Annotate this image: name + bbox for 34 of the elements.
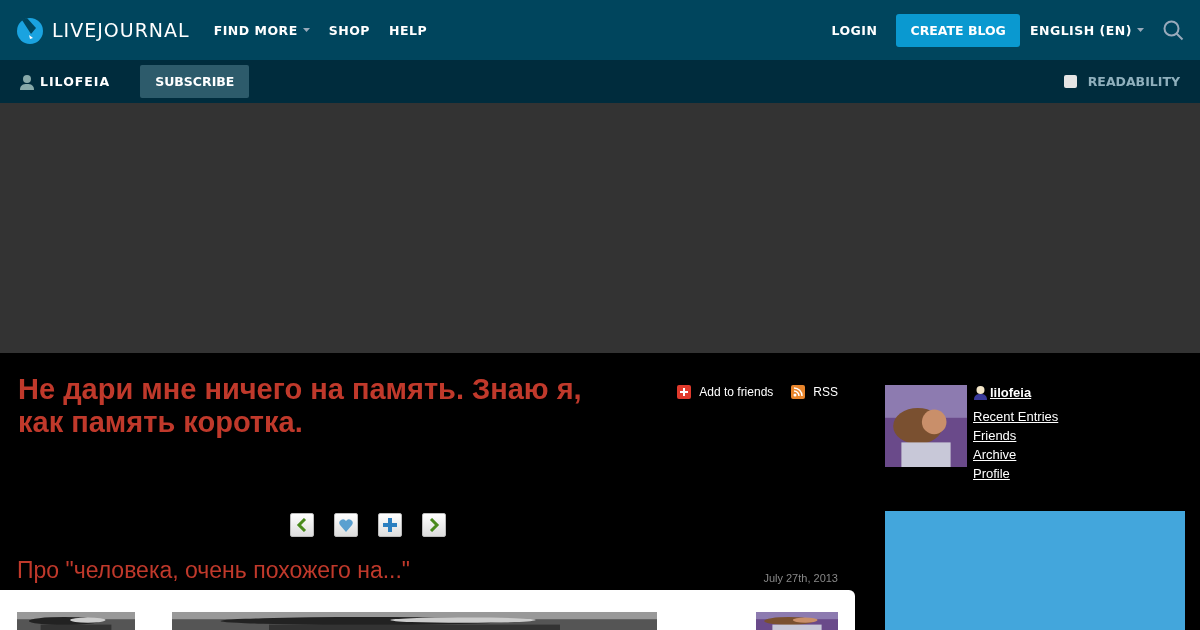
login-link[interactable]: LOGIN xyxy=(831,22,878,38)
entry-nav-button[interactable] xyxy=(421,513,446,537)
user-icon xyxy=(973,385,988,400)
logo-icon xyxy=(16,16,44,44)
nav-link[interactable]: HELP xyxy=(389,22,428,38)
sidebar-link[interactable]: Archive xyxy=(973,445,1059,464)
language-menu[interactable]: ENGLISH (EN) xyxy=(1029,22,1144,38)
nav-link[interactable]: FIND MORE xyxy=(213,22,310,38)
entry-nav-button[interactable] xyxy=(377,513,402,537)
entry-nav-button[interactable] xyxy=(333,513,358,537)
readability-label: READABILITY xyxy=(1087,74,1180,89)
sidebar-link[interactable]: Friends xyxy=(973,426,1059,445)
caret-icon xyxy=(1137,28,1144,32)
readability-checkbox[interactable] xyxy=(1063,75,1077,88)
search-icon[interactable] xyxy=(1163,19,1184,41)
entry-date: July 27th, 2013 xyxy=(763,572,838,584)
username-link[interactable]: LILOFEIA xyxy=(40,74,111,89)
sidebar-username-link[interactable]: lilofeia xyxy=(973,385,1059,400)
sidebar-link[interactable]: Recent Entries xyxy=(973,407,1059,426)
heart-icon xyxy=(338,518,353,532)
entry-title[interactable]: Про "человека, очень похожего на..." xyxy=(17,557,410,584)
logo-text[interactable]: LIVEJOURNAL xyxy=(52,19,190,41)
plus-icon xyxy=(382,518,397,532)
caret-icon xyxy=(302,28,310,32)
sidebar-link[interactable]: Profile xyxy=(973,464,1059,483)
subscribe-button[interactable]: SUBSCRIBE xyxy=(140,65,250,98)
nav-link[interactable]: SHOP xyxy=(328,22,371,38)
rss-icon xyxy=(791,385,806,399)
rss-link[interactable]: RSS xyxy=(791,385,838,513)
entry-nav-button[interactable] xyxy=(289,513,314,537)
user-icon xyxy=(20,73,34,90)
plus-icon xyxy=(677,385,692,399)
add-to-friends-link[interactable]: Add to friends xyxy=(677,385,774,513)
journal-title: Не дари мне ничего на память. Знаю я, как память коротка. xyxy=(18,373,583,440)
